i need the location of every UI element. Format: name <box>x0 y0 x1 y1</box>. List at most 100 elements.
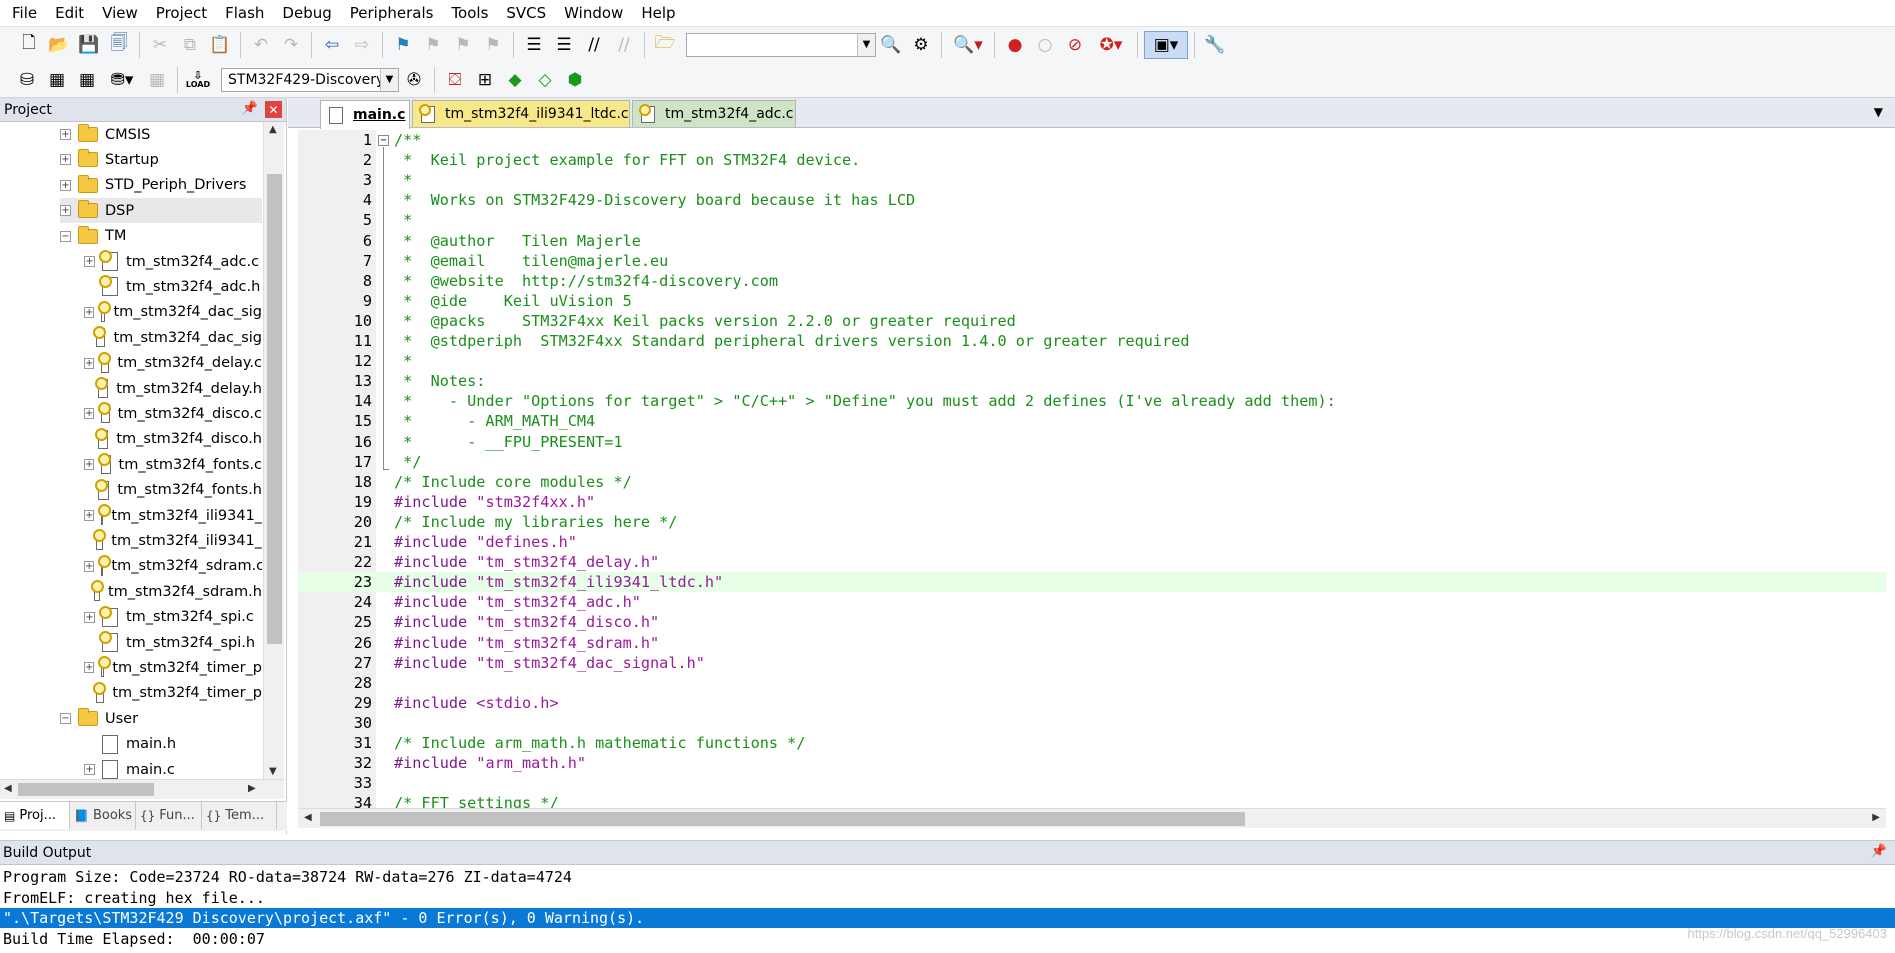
scrollbar-thumb[interactable] <box>267 174 282 644</box>
tree-file[interactable]: + tm_stm32f4_sdram.c <box>84 554 262 579</box>
expand-icon[interactable]: + <box>84 306 95 318</box>
chevron-down-icon[interactable]: ▼ <box>857 33 875 56</box>
select-software-packs-icon[interactable]: ◇ <box>531 66 559 94</box>
tree-file[interactable]: + main.c <box>84 757 262 779</box>
pin-icon[interactable]: 📌 <box>1871 844 1887 859</box>
scroll-left-icon[interactable]: ◀ <box>304 812 312 823</box>
comment-icon[interactable]: // <box>580 31 608 59</box>
build-output-line[interactable]: FromELF: creating hex file... <box>0 888 1895 908</box>
expand-icon[interactable]: + <box>84 357 95 369</box>
manage-components-icon[interactable]: ⊞ <box>471 66 499 94</box>
new-file-icon[interactable]: 🗋 <box>15 31 43 59</box>
tree-folder[interactable]: + CMSIS <box>60 122 262 147</box>
tree-file[interactable]: tm_stm32f4_sdram.h <box>84 579 262 604</box>
pane-tab-proj[interactable]: ▤ Proj... <box>0 802 70 829</box>
target-select[interactable]: STM32F429-Discovery ▼ <box>221 67 399 92</box>
window-layout-icon[interactable]: ▣▾ <box>1144 30 1188 59</box>
bookmark-toggle-icon[interactable]: ⚑ <box>389 31 417 59</box>
uncomment-icon[interactable]: // <box>610 31 638 59</box>
tree-folder[interactable]: + STD_Periph_Drivers <box>60 173 262 198</box>
menu-help[interactable]: Help <box>632 0 684 26</box>
cut-icon[interactable]: ✂ <box>146 31 174 59</box>
batch-build-icon[interactable]: ⛃▾ <box>103 66 141 94</box>
run-time-environment-icon[interactable]: ⬢ <box>561 66 589 94</box>
menu-flash[interactable]: Flash <box>216 0 273 26</box>
build-output-line[interactable]: Program Size: Code=23724 RO-data=38724 R… <box>0 867 1895 887</box>
expand-icon[interactable]: + <box>60 154 71 166</box>
scroll-right-icon[interactable]: ▶ <box>1872 812 1880 823</box>
insert-breakpoint-icon[interactable]: ● <box>1001 31 1029 59</box>
target-options-icon[interactable]: ✇ <box>400 66 428 94</box>
scroll-up-icon[interactable]: ▲ <box>269 124 277 135</box>
incremental-find-icon[interactable]: 🔍 <box>877 31 905 59</box>
editor-tab[interactable]: tm_stm32f4_ili9341_ltdc.c <box>412 100 630 127</box>
build-output-line[interactable]: ".\Targets\STM32F429 Discovery\project.a… <box>0 908 1895 928</box>
menu-file[interactable]: File <box>3 0 46 26</box>
scroll-left-icon[interactable]: ◀ <box>4 783 12 794</box>
tree-file[interactable]: + tm_stm32f4_ili9341_ <box>84 503 262 528</box>
translate-icon[interactable]: ⛁ <box>13 66 41 94</box>
menu-project[interactable]: Project <box>147 0 216 26</box>
expand-icon[interactable]: + <box>84 764 95 775</box>
scrollbar-thumb[interactable] <box>18 783 154 796</box>
tree-horizontal-scrollbar[interactable]: ◀ ▶ <box>0 779 284 799</box>
start-debug-icon[interactable]: 🔍▾ <box>948 31 988 59</box>
menu-window[interactable]: Window <box>555 0 632 26</box>
scroll-down-icon[interactable]: ▼ <box>269 766 277 777</box>
find-in-files-icon[interactable]: 🗁 <box>651 31 679 59</box>
pane-tab-fun[interactable]: {} Fun... <box>136 802 202 829</box>
pane-tab-books[interactable]: 📘 Books <box>70 802 136 829</box>
file-extensions-icon[interactable]: ⛋ <box>441 66 469 94</box>
expand-icon[interactable]: + <box>84 611 95 623</box>
load-download-button[interactable]: ⇩ LOAD <box>184 66 212 94</box>
tree-file[interactable]: + tm_stm32f4_timer_p <box>84 655 262 680</box>
menu-edit[interactable]: Edit <box>46 0 93 26</box>
build-icon[interactable]: ▦ <box>43 66 71 94</box>
tree-file[interactable]: tm_stm32f4_adc.h <box>84 274 262 299</box>
tree-file[interactable]: + tm_stm32f4_adc.c <box>84 249 262 274</box>
tree-file[interactable]: + tm_stm32f4_fonts.c <box>84 452 262 477</box>
collapse-icon[interactable]: − <box>60 230 71 242</box>
pane-tab-tem[interactable]: {} Tem... <box>202 802 277 829</box>
tree-file[interactable]: + tm_stm32f4_spi.c <box>84 605 262 630</box>
expand-icon[interactable]: + <box>84 256 95 267</box>
tree-file[interactable]: tm_stm32f4_disco.h <box>84 427 262 452</box>
tree-file[interactable]: tm_stm32f4_ili9341_ <box>84 528 262 553</box>
expand-icon[interactable]: + <box>84 408 95 420</box>
collapse-icon[interactable]: − <box>60 713 71 725</box>
tree-folder[interactable]: − TM <box>60 224 262 249</box>
debug-session-icon[interactable]: ⚙ <box>907 31 935 59</box>
save-all-icon[interactable]: 🗐 <box>105 31 133 59</box>
close-icon[interactable]: ✕ <box>265 101 282 118</box>
expand-icon[interactable]: + <box>84 560 95 572</box>
tree-file[interactable]: + tm_stm32f4_delay.c <box>84 351 262 376</box>
expand-icon[interactable]: + <box>84 459 95 471</box>
tree-file[interactable]: tm_stm32f4_timer_p <box>84 681 262 706</box>
pack-installer-icon[interactable]: ◆ <box>501 66 529 94</box>
kill-breakpoints-icon[interactable]: ✪▾ <box>1091 31 1131 59</box>
editor-horizontal-scrollbar[interactable]: ◀ ▶ <box>298 808 1886 828</box>
stop-build-icon[interactable]: ▦ <box>143 66 171 94</box>
bookmark-next-icon[interactable]: ⚑ <box>449 31 477 59</box>
rebuild-icon[interactable]: ▦ <box>73 66 101 94</box>
scroll-right-icon[interactable]: ▶ <box>248 783 256 794</box>
enable-breakpoint-icon[interactable]: ○ <box>1031 31 1059 59</box>
tree-file[interactable]: + tm_stm32f4_dac_sig <box>84 300 262 325</box>
tree-file[interactable]: tm_stm32f4_dac_sig <box>84 325 262 350</box>
open-folder-icon[interactable]: 📂 <box>45 31 73 59</box>
expand-icon[interactable]: + <box>84 510 95 521</box>
scrollbar-thumb[interactable] <box>320 812 1245 826</box>
copy-icon[interactable]: ⧉ <box>176 31 204 59</box>
code-editor[interactable]: 1/** 2 * Keil project example for FFT on … <box>298 130 1886 808</box>
expand-icon[interactable]: + <box>60 129 71 140</box>
bookmark-previous-icon[interactable]: ⚑ <box>419 31 447 59</box>
expand-icon[interactable]: + <box>84 662 95 674</box>
menu-debug[interactable]: Debug <box>273 0 340 26</box>
bookmark-clear-icon[interactable]: ⚑ <box>479 31 507 59</box>
tree-file[interactable]: main.h <box>84 732 262 757</box>
chevron-down-icon[interactable]: ▼ <box>380 68 398 91</box>
tree-file[interactable]: + tm_stm32f4_disco.c <box>84 401 262 426</box>
fold-collapse-icon[interactable]: − <box>378 135 389 146</box>
undo-icon[interactable]: ↶ <box>247 31 275 59</box>
tree-file[interactable]: tm_stm32f4_spi.h <box>84 630 262 655</box>
